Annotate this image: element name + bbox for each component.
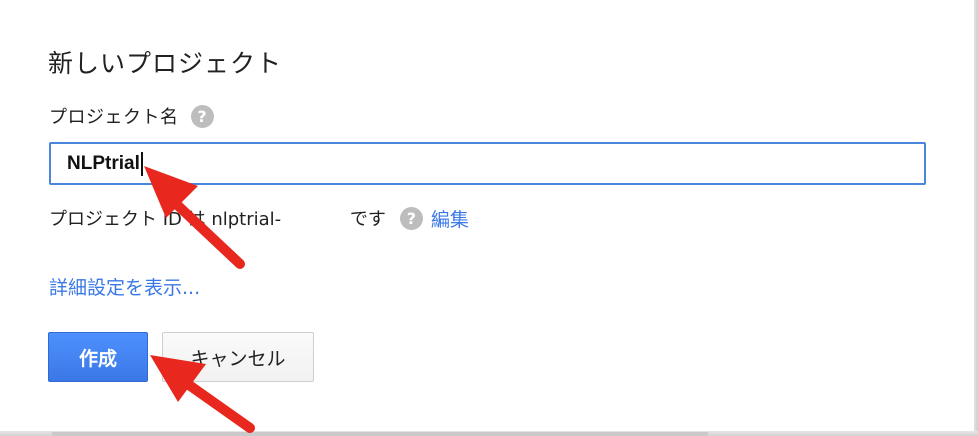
dialog-right-edge	[974, 0, 978, 436]
cancel-button[interactable]: キャンセル	[162, 332, 314, 382]
project-name-label-row: プロジェクト名 ?	[49, 103, 214, 129]
new-project-dialog: 新しいプロジェクト プロジェクト名 ? NLPtrial プロジェクト ID は…	[0, 0, 974, 432]
project-name-label: プロジェクト名	[49, 107, 179, 128]
project-name-value: NLPtrial	[67, 152, 140, 174]
text-caret	[140, 151, 143, 176]
dialog-bottom-edge	[0, 431, 978, 436]
create-button[interactable]: 作成	[48, 332, 148, 382]
project-id-row: プロジェクト ID は nlptrial- です ? 編集	[49, 205, 469, 231]
question-circle-icon[interactable]: ?	[190, 104, 214, 128]
project-id-text: プロジェクト ID は nlptrial- です	[49, 209, 386, 230]
show-advanced-settings-link[interactable]: 詳細設定を表示...	[49, 273, 200, 300]
background-tab-shade	[52, 432, 708, 436]
dialog-title: 新しいプロジェクト	[48, 49, 283, 78]
project-name-input[interactable]: NLPtrial	[49, 142, 926, 185]
edit-project-id-link[interactable]: 編集	[431, 205, 469, 232]
question-circle-icon[interactable]: ?	[399, 206, 423, 230]
